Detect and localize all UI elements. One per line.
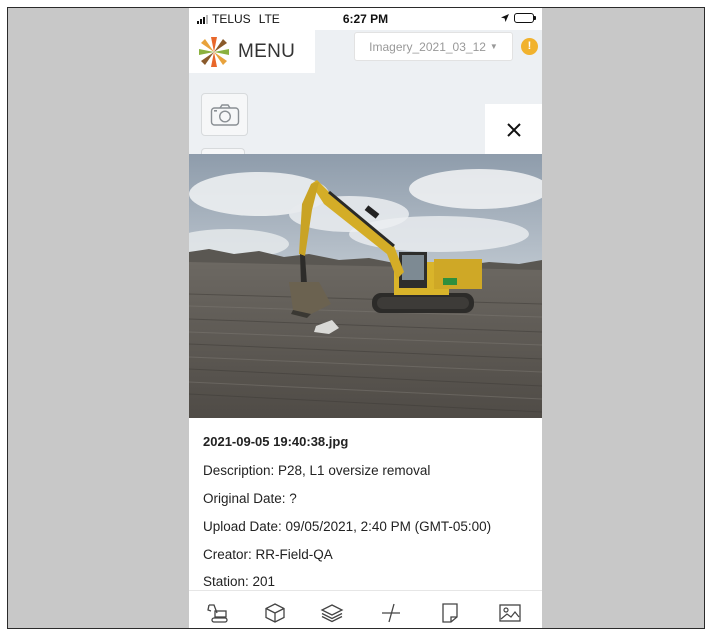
camera-icon (210, 103, 239, 126)
station-text: Station: 201 (203, 574, 276, 589)
image-icon (499, 604, 521, 622)
status-time: 6:27 PM (342, 12, 389, 26)
location-arrow-icon (501, 14, 509, 22)
image-filename: 2021-09-05 19:40:38.jpg (203, 434, 349, 449)
chevron-down-icon: ▼ (489, 42, 498, 51)
upload-date-text: Upload Date: 09/05/2021, 2:40 PM (GMT-05… (203, 519, 492, 534)
menu-button[interactable]: MENU (189, 30, 315, 73)
alert-icon[interactable]: ! (521, 38, 538, 55)
document-tool-button[interactable] (438, 601, 462, 625)
menu-label: MENU (238, 40, 296, 62)
layers-tool-button[interactable] (320, 601, 344, 625)
creator-text: Creator: RR-Field-QA (203, 547, 333, 562)
layers-icon (320, 604, 344, 623)
box-3d-icon (265, 603, 285, 623)
bottom-toolbar (189, 590, 542, 628)
imagery-dropdown[interactable]: Imagery_2021_03_12 ▼ (354, 32, 513, 61)
screenshot-frame: TELUS LTE 6:27 PM MENU Imagery_2021_03_1… (7, 7, 705, 629)
excavator-tool-button[interactable] (206, 601, 230, 625)
app-logo-icon (199, 36, 229, 67)
model-3d-tool-button[interactable] (263, 601, 287, 625)
original-date-text: Original Date: ? (203, 491, 297, 506)
measure-icon (382, 603, 400, 623)
image-details-panel: 2021-09-05 19:40:38.jpg Description: P28… (189, 418, 542, 590)
close-icon (506, 123, 521, 137)
battery-icon (514, 13, 536, 23)
measure-tool-button[interactable] (379, 601, 403, 625)
status-right (500, 13, 536, 23)
status-bar: TELUS LTE 6:27 PM (189, 8, 542, 30)
site-photo (189, 154, 542, 418)
excavator-icon (207, 604, 228, 623)
imagery-selected-value: Imagery_2021_03_12 (369, 39, 486, 54)
phone-screen: TELUS LTE 6:27 PM MENU Imagery_2021_03_1… (189, 8, 542, 628)
description-text: Description: P28, L1 oversize removal (203, 463, 431, 478)
close-button[interactable] (485, 104, 542, 156)
document-icon (442, 603, 458, 623)
camera-button[interactable] (201, 93, 248, 136)
image-tool-button[interactable] (498, 601, 522, 625)
